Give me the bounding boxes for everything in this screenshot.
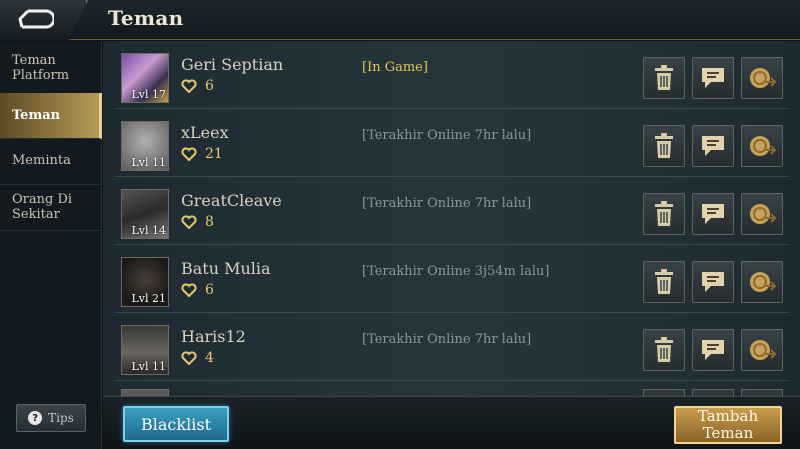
chat-bubble-icon: [702, 68, 724, 88]
heart-icon: [181, 283, 197, 297]
trash-icon: [655, 133, 673, 158]
like-count: 21: [181, 146, 223, 162]
send-gift-button[interactable]: [741, 193, 783, 235]
friend-name: Geri Septian: [181, 55, 284, 74]
trash-icon: [655, 65, 673, 90]
level-badge: Lvl 11: [131, 156, 166, 169]
like-count-value: 21: [205, 146, 223, 162]
chat-button[interactable]: [692, 261, 734, 303]
sidebar-item-orang-di-sekitar[interactable]: Orang Di Sekitar: [0, 185, 102, 231]
delete-friend-button[interactable]: [643, 193, 685, 235]
avatar[interactable]: Lvl 17: [121, 53, 169, 103]
heart-icon: [181, 147, 197, 161]
bottom-bar: Blacklist Tambah Teman: [103, 396, 800, 449]
avatar[interactable]: Lvl 21: [121, 257, 169, 307]
avatar: [121, 389, 169, 396]
page-title: Teman: [108, 6, 184, 30]
send-gift-icon: [750, 272, 776, 292]
online-status: [Terakhir Online 7hr lalu]: [362, 196, 532, 211]
send-gift-button[interactable]: [741, 329, 783, 371]
delete-friend-button[interactable]: [643, 389, 685, 396]
trash-icon: [655, 269, 673, 294]
friend-name: xLeex: [181, 123, 229, 142]
avatar[interactable]: Lvl 14: [121, 189, 169, 239]
level-badge: Lvl 11: [131, 360, 166, 373]
friend-name: Batu Mulia: [181, 259, 271, 278]
sidebar: Teman Platform Teman Meminta Orang Di Se…: [0, 41, 102, 449]
chat-button[interactable]: [692, 193, 734, 235]
delete-friend-button[interactable]: [643, 125, 685, 167]
heart-icon: [181, 351, 197, 365]
like-count-value: 6: [205, 78, 214, 94]
sidebar-item-label: Teman Platform: [12, 53, 70, 83]
like-count: 8: [181, 214, 214, 230]
chat-button[interactable]: [692, 125, 734, 167]
chat-button[interactable]: [692, 329, 734, 371]
level-badge: Lvl 14: [131, 224, 166, 237]
chat-bubble-icon: [702, 136, 724, 156]
delete-friend-button[interactable]: [643, 329, 685, 371]
like-count: 4: [181, 350, 214, 366]
sidebar-item-teman[interactable]: Teman: [0, 93, 102, 139]
add-friend-button[interactable]: Tambah Teman: [674, 406, 782, 444]
send-gift-icon: [750, 204, 776, 224]
top-bar: Teman: [0, 0, 800, 40]
send-gift-button[interactable]: [741, 389, 783, 396]
chat-bubble-icon: [702, 272, 724, 292]
delete-friend-button[interactable]: [643, 261, 685, 303]
online-status: [In Game]: [362, 60, 428, 75]
heart-icon: [181, 215, 197, 229]
like-count: 6: [181, 282, 214, 298]
friend-list[interactable]: Lvl 17 Geri Septian 6 [In Game] Lvl 11 x…: [103, 41, 800, 396]
friend-row[interactable]: Lvl 21 Batu Mulia 6 [Terakhir Online 3j5…: [115, 245, 789, 313]
friend-row[interactable]: Lvl 17 Geri Septian 6 [In Game]: [115, 41, 789, 109]
trash-icon: [655, 337, 673, 362]
sidebar-item-label: Meminta: [12, 153, 71, 168]
tips-button[interactable]: ? Tips: [16, 404, 86, 432]
delete-friend-button[interactable]: [643, 57, 685, 99]
friend-name: GreatCleave: [181, 191, 282, 210]
friend-row-partial[interactable]: [115, 387, 789, 396]
avatar[interactable]: Lvl 11: [121, 121, 169, 171]
send-gift-button[interactable]: [741, 57, 783, 99]
like-count-value: 4: [205, 350, 214, 366]
friend-row[interactable]: Lvl 11 Haris12 4 [Terakhir Online 7hr la…: [115, 313, 789, 381]
back-arrow-icon: [18, 9, 54, 29]
add-friend-label: Tambah Teman: [697, 407, 759, 442]
like-count-value: 8: [205, 214, 214, 230]
send-gift-icon: [750, 68, 776, 88]
chat-bubble-icon: [702, 204, 724, 224]
send-gift-button[interactable]: [741, 261, 783, 303]
back-button[interactable]: [0, 0, 88, 40]
trash-icon: [655, 201, 673, 226]
tips-label: Tips: [48, 411, 74, 425]
like-count-value: 6: [205, 282, 214, 298]
online-status: [Terakhir Online 7hr lalu]: [362, 128, 532, 143]
online-status: [Terakhir Online 3j54m lalu]: [362, 264, 550, 279]
friend-row[interactable]: Lvl 11 xLeex 21 [Terakhir Online 7hr lal…: [115, 109, 789, 177]
heart-icon: [181, 79, 197, 93]
chat-button[interactable]: [692, 57, 734, 99]
send-gift-button[interactable]: [741, 125, 783, 167]
sidebar-item-meminta[interactable]: Meminta: [0, 139, 102, 185]
like-count: 6: [181, 78, 214, 94]
chat-button[interactable]: [692, 389, 734, 396]
blacklist-button[interactable]: Blacklist: [123, 406, 229, 442]
chat-bubble-icon: [702, 340, 724, 360]
level-badge: Lvl 17: [131, 88, 166, 101]
online-status: [Terakhir Online 7hr lalu]: [362, 332, 532, 347]
sidebar-item-label: Teman: [12, 108, 61, 123]
friend-name: Haris12: [181, 327, 246, 346]
help-icon: ?: [28, 411, 43, 425]
avatar[interactable]: Lvl 11: [121, 325, 169, 375]
send-gift-icon: [750, 340, 776, 360]
friend-row[interactable]: Lvl 14 GreatCleave 8 [Terakhir Online 7h…: [115, 177, 789, 245]
sidebar-item-teman-platform[interactable]: Teman Platform: [0, 51, 102, 97]
send-gift-icon: [750, 136, 776, 156]
level-badge: Lvl 21: [131, 292, 166, 305]
sidebar-item-label: Orang Di Sekitar: [12, 192, 73, 222]
